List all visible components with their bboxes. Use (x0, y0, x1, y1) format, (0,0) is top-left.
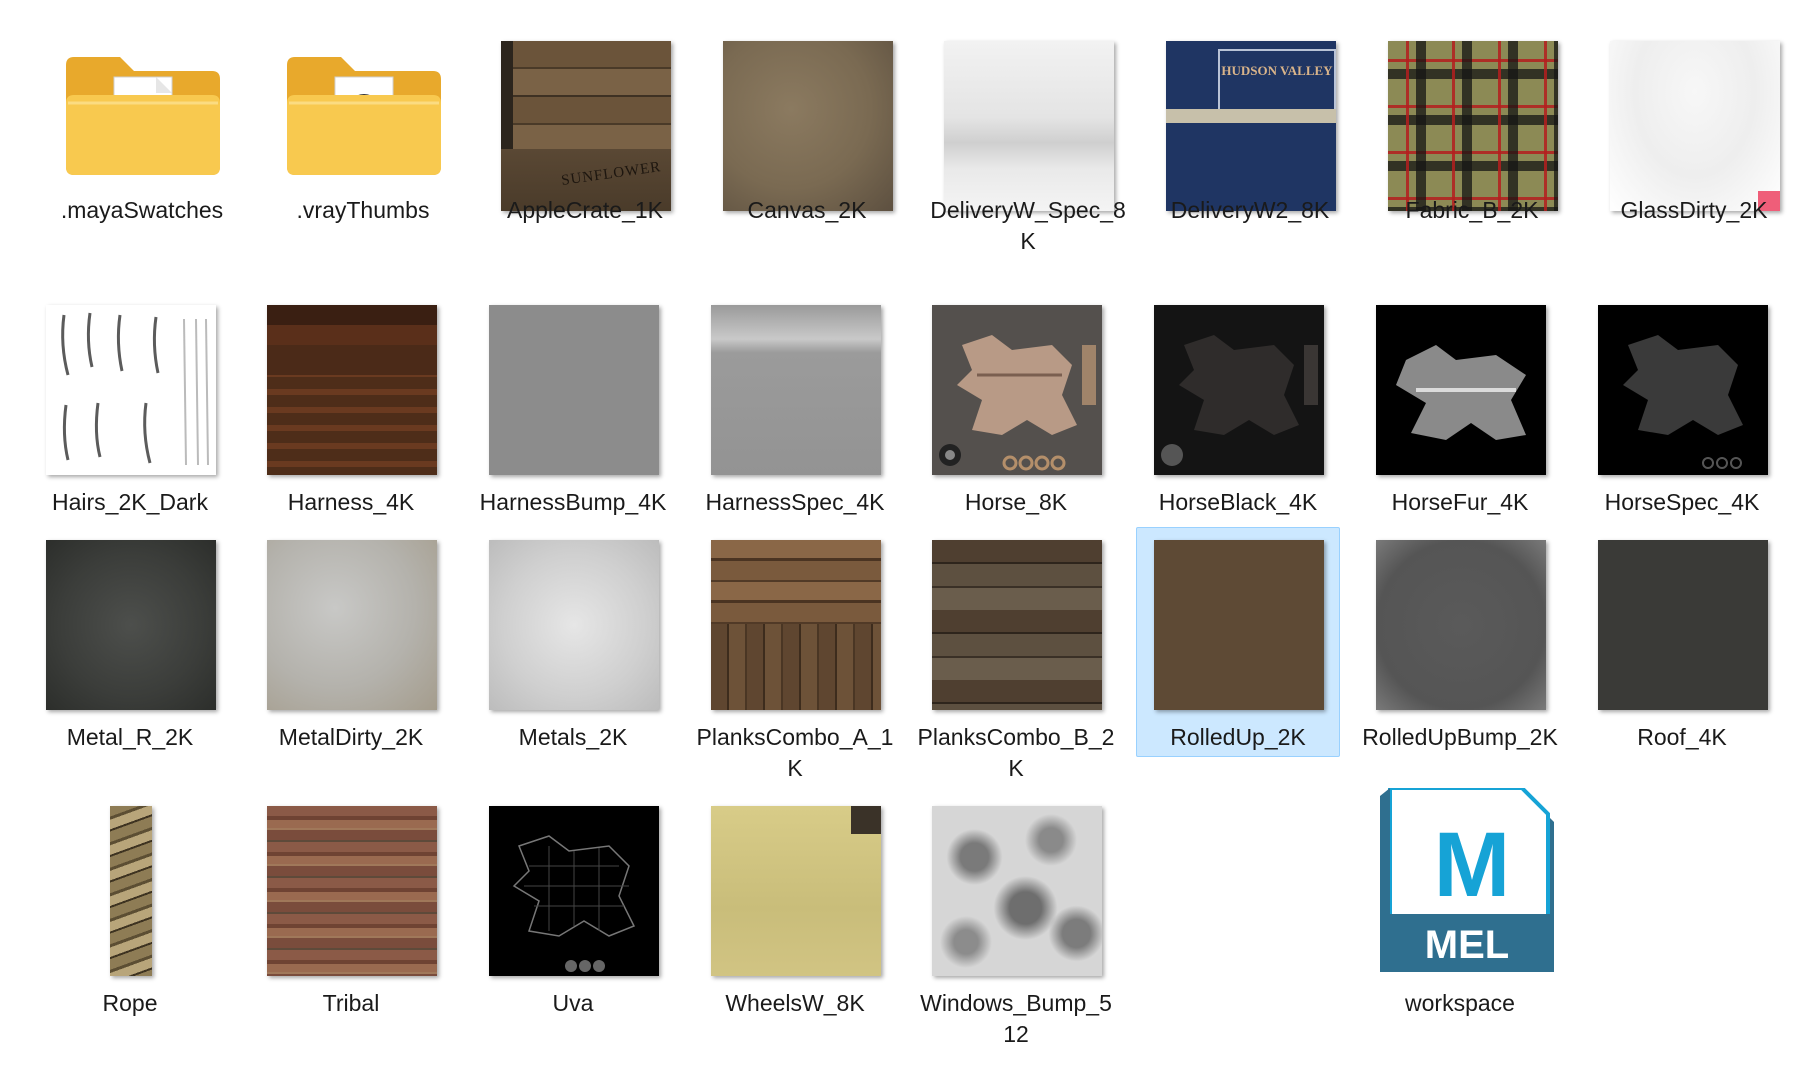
texture-thumbnail (489, 806, 659, 976)
file-name: MetalDirty_2K (278, 724, 424, 750)
texture-thumbnail (1376, 305, 1546, 475)
file-name: Roof_4K (1637, 724, 1727, 750)
texture-thumbnail (932, 540, 1102, 710)
file-item[interactable]: Horse_8K (914, 292, 1118, 522)
delivery-band (1166, 109, 1336, 123)
file-name: HorseBlack_4K (1158, 489, 1318, 515)
texture-thumbnail (711, 540, 881, 710)
file-name: HarnessSpec_4K (705, 489, 885, 515)
file-item[interactable]: Tribal (249, 793, 453, 1023)
file-name: .mayaSwatches (60, 197, 224, 223)
file-name: Metals_2K (518, 724, 628, 750)
mel-icon-text: MEL (1425, 923, 1509, 967)
file-item[interactable]: PlanksCombo_B_2K (914, 527, 1118, 789)
file-item[interactable]: RolledUpBump_2K (1358, 527, 1562, 789)
texture-thumbnail (932, 305, 1102, 475)
texture-thumbnail (711, 806, 881, 976)
texture-thumbnail (46, 540, 216, 710)
file-item[interactable]: HarnessSpec_4K (693, 292, 897, 522)
file-name: Rope (102, 990, 158, 1016)
texture-thumbnail (1610, 41, 1780, 211)
texture-thumbnail (267, 806, 437, 976)
file-item-selected[interactable]: RolledUp_2K (1136, 527, 1340, 757)
file-item[interactable]: Uva (471, 793, 675, 1023)
file-name: WheelsW_8K (725, 990, 865, 1016)
file-item[interactable]: HorseFur_4K (1358, 292, 1562, 522)
file-item[interactable]: .mayaSwatches (40, 28, 244, 236)
texture-thumbnail (267, 540, 437, 710)
texture-thumbnail (932, 806, 1102, 976)
file-name: Horse_8K (964, 489, 1068, 515)
mel-icon-letter: M (1434, 814, 1511, 916)
file-name: Uva (552, 990, 594, 1016)
file-name: PlanksCombo_A_1K (696, 724, 894, 781)
file-name: Metal_R_2K (66, 724, 194, 750)
file-name: DeliveryW2_8K (1170, 197, 1330, 223)
file-name: Tribal (322, 990, 380, 1016)
texture-thumbnail (489, 540, 659, 710)
file-item[interactable]: HarnessBump_4K (471, 292, 675, 522)
file-item[interactable]: PlanksCombo_A_1K (693, 527, 897, 789)
file-item[interactable]: HorseBlack_4K (1136, 292, 1340, 522)
file-item[interactable]: .vrayThumbs (261, 28, 465, 236)
file-item[interactable]: Fabric_B_2K (1370, 28, 1574, 236)
texture-thumbnail (944, 41, 1114, 211)
delivery-sign-text: HUDSON VALLEY (1218, 49, 1336, 111)
file-item[interactable]: Windows_Bump_512 (914, 793, 1118, 1055)
mel-file-icon: M MEL (1376, 786, 1554, 978)
file-item[interactable]: WheelsW_8K (693, 793, 897, 1023)
texture-thumbnail (1598, 305, 1768, 475)
file-item[interactable]: Metals_2K (471, 527, 675, 757)
file-name: HarnessBump_4K (479, 489, 667, 515)
file-item[interactable]: Harness_4K (249, 292, 453, 522)
folder-document-icon (58, 47, 228, 217)
file-name: Harness_4K (287, 489, 415, 515)
file-name: AppleCrate_1K (507, 197, 663, 223)
file-item[interactable]: Rope (28, 793, 232, 1023)
file-name: GlassDirty_2K (1620, 197, 1768, 223)
file-grid: .mayaSwatches .vrayThumbs SUNFLOWER Appl… (0, 0, 1813, 1080)
wheels-corner-patch (851, 806, 881, 834)
folder-vray-icon (279, 47, 449, 217)
file-item[interactable]: M MEL workspace (1358, 786, 1562, 1023)
file-name: Canvas_2K (747, 197, 867, 223)
file-name: DeliveryW_Spec_8K (930, 197, 1126, 254)
file-name: HorseSpec_4K (1604, 489, 1760, 515)
file-name: Fabric_B_2K (1405, 197, 1539, 223)
file-item[interactable]: MetalDirty_2K (249, 527, 453, 757)
file-item[interactable]: HorseSpec_4K (1580, 292, 1784, 522)
file-name: RolledUp_2K (1170, 724, 1306, 750)
file-name: Hairs_2K_Dark (52, 489, 208, 515)
file-name: HorseFur_4K (1391, 489, 1529, 515)
file-item[interactable]: GlassDirty_2K (1592, 28, 1796, 236)
texture-thumbnail (46, 305, 216, 475)
texture-thumbnail (723, 41, 893, 211)
texture-thumbnail (489, 305, 659, 475)
texture-thumbnail: HUDSON VALLEY (1166, 41, 1336, 211)
rope-strip (110, 806, 152, 976)
file-name: Windows_Bump_512 (920, 990, 1112, 1047)
texture-thumbnail (46, 806, 216, 976)
texture-thumbnail (1388, 41, 1558, 211)
texture-thumbnail (1154, 305, 1324, 475)
file-item[interactable]: DeliveryW_Spec_8K (926, 28, 1130, 268)
texture-thumbnail (267, 305, 437, 475)
planks-top-panel (711, 540, 881, 624)
file-item[interactable]: Roof_4K (1580, 527, 1784, 757)
texture-thumbnail (1598, 540, 1768, 710)
texture-thumbnail (711, 305, 881, 475)
file-name: RolledUpBump_2K (1362, 724, 1558, 750)
texture-thumbnail (1376, 540, 1546, 710)
texture-thumbnail (1154, 540, 1324, 710)
file-item[interactable]: Hairs_2K_Dark (28, 292, 232, 522)
file-name: workspace (1405, 990, 1515, 1016)
file-item[interactable]: Canvas_2K (705, 28, 909, 236)
file-item[interactable]: Metal_R_2K (28, 527, 232, 757)
texture-thumbnail: SUNFLOWER (501, 41, 671, 211)
file-name: PlanksCombo_B_2K (917, 724, 1115, 781)
file-item[interactable]: SUNFLOWER AppleCrate_1K (483, 28, 687, 236)
file-item[interactable]: HUDSON VALLEY DeliveryW2_8K (1148, 28, 1352, 236)
file-name: .vrayThumbs (296, 197, 430, 223)
